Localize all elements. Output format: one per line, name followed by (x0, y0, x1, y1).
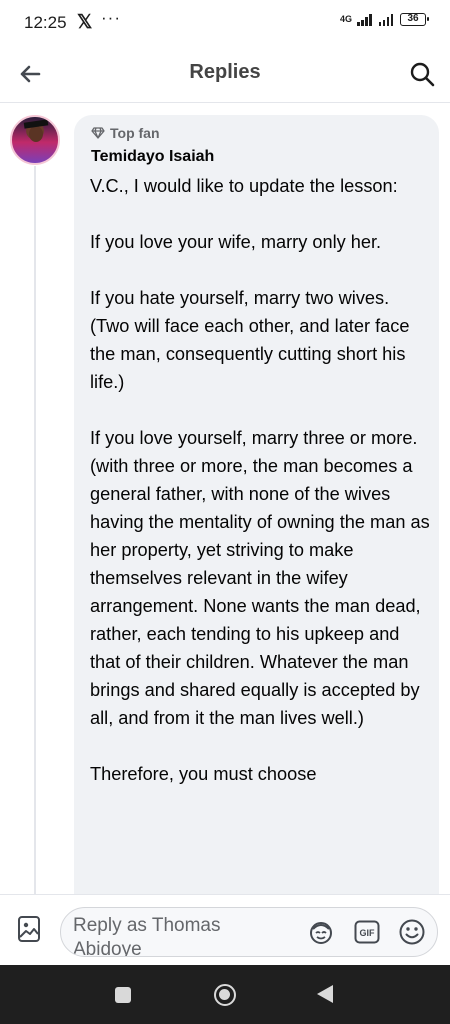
comment-paragraph: Therefore, you must choose (90, 764, 317, 784)
gif-button[interactable]: GIF (353, 919, 381, 945)
photo-icon (18, 916, 40, 942)
more-notifications-icon: ··· (101, 8, 121, 27)
avatar[interactable] (10, 115, 60, 165)
gif-icon: GIF (354, 920, 380, 944)
gif-label: GIF (360, 928, 376, 938)
network-type: 4G (339, 14, 352, 24)
system-back-button[interactable] (317, 985, 333, 1003)
reply-placeholder: Reply as Thomas Abidoye (73, 915, 221, 957)
emoji-icon (399, 919, 425, 945)
comment-paragraph: If you love yourself, marry three or mor… (90, 428, 430, 728)
search-icon (410, 62, 435, 87)
comment-paragraph: V.C., I would like to update the lesson: (90, 176, 398, 196)
battery-icon: 36 (400, 13, 429, 26)
emoji-button[interactable] (397, 917, 427, 947)
system-nav-bar (0, 965, 450, 1024)
comment-paragraph: If you hate yourself, marry two wives. (… (90, 288, 410, 392)
avatar-sticker-button[interactable] (307, 917, 335, 947)
reply-input[interactable]: Reply as Thomas Abidoye GIF (60, 907, 438, 957)
page-title: Replies (189, 61, 261, 83)
comment-text: V.C., I would like to update the lesson:… (90, 172, 430, 816)
comment-paragraph: If you love your wife, marry only her. (90, 232, 382, 252)
recent-apps-button[interactable] (115, 987, 131, 1003)
status-time: 12:25 (24, 13, 67, 32)
search-button[interactable] (404, 56, 440, 92)
replies-screen: 12:25 𝕏 ··· 4G 36 Replies Top fan Temida… (0, 0, 450, 1024)
diamond-icon (91, 127, 105, 139)
signal-strength-icon-2 (378, 13, 393, 26)
home-button[interactable] (214, 984, 236, 1006)
top-fan-badge: Top fan (91, 125, 160, 141)
status-bar: 12:25 𝕏 ··· 4G 36 (0, 0, 450, 46)
avatar-sticker-icon (310, 922, 332, 944)
status-indicators: 4G 36 (339, 13, 429, 26)
thread-line (34, 166, 36, 894)
signal-strength-icon (357, 13, 372, 26)
add-photo-button[interactable] (15, 914, 43, 944)
x-app-icon: 𝕏 (77, 12, 93, 33)
app-header: Replies (0, 46, 450, 103)
badge-label: Top fan (110, 125, 160, 141)
comment-author[interactable]: Temidayo Isaiah (91, 148, 214, 166)
reply-composer: Reply as Thomas Abidoye GIF (0, 894, 450, 966)
